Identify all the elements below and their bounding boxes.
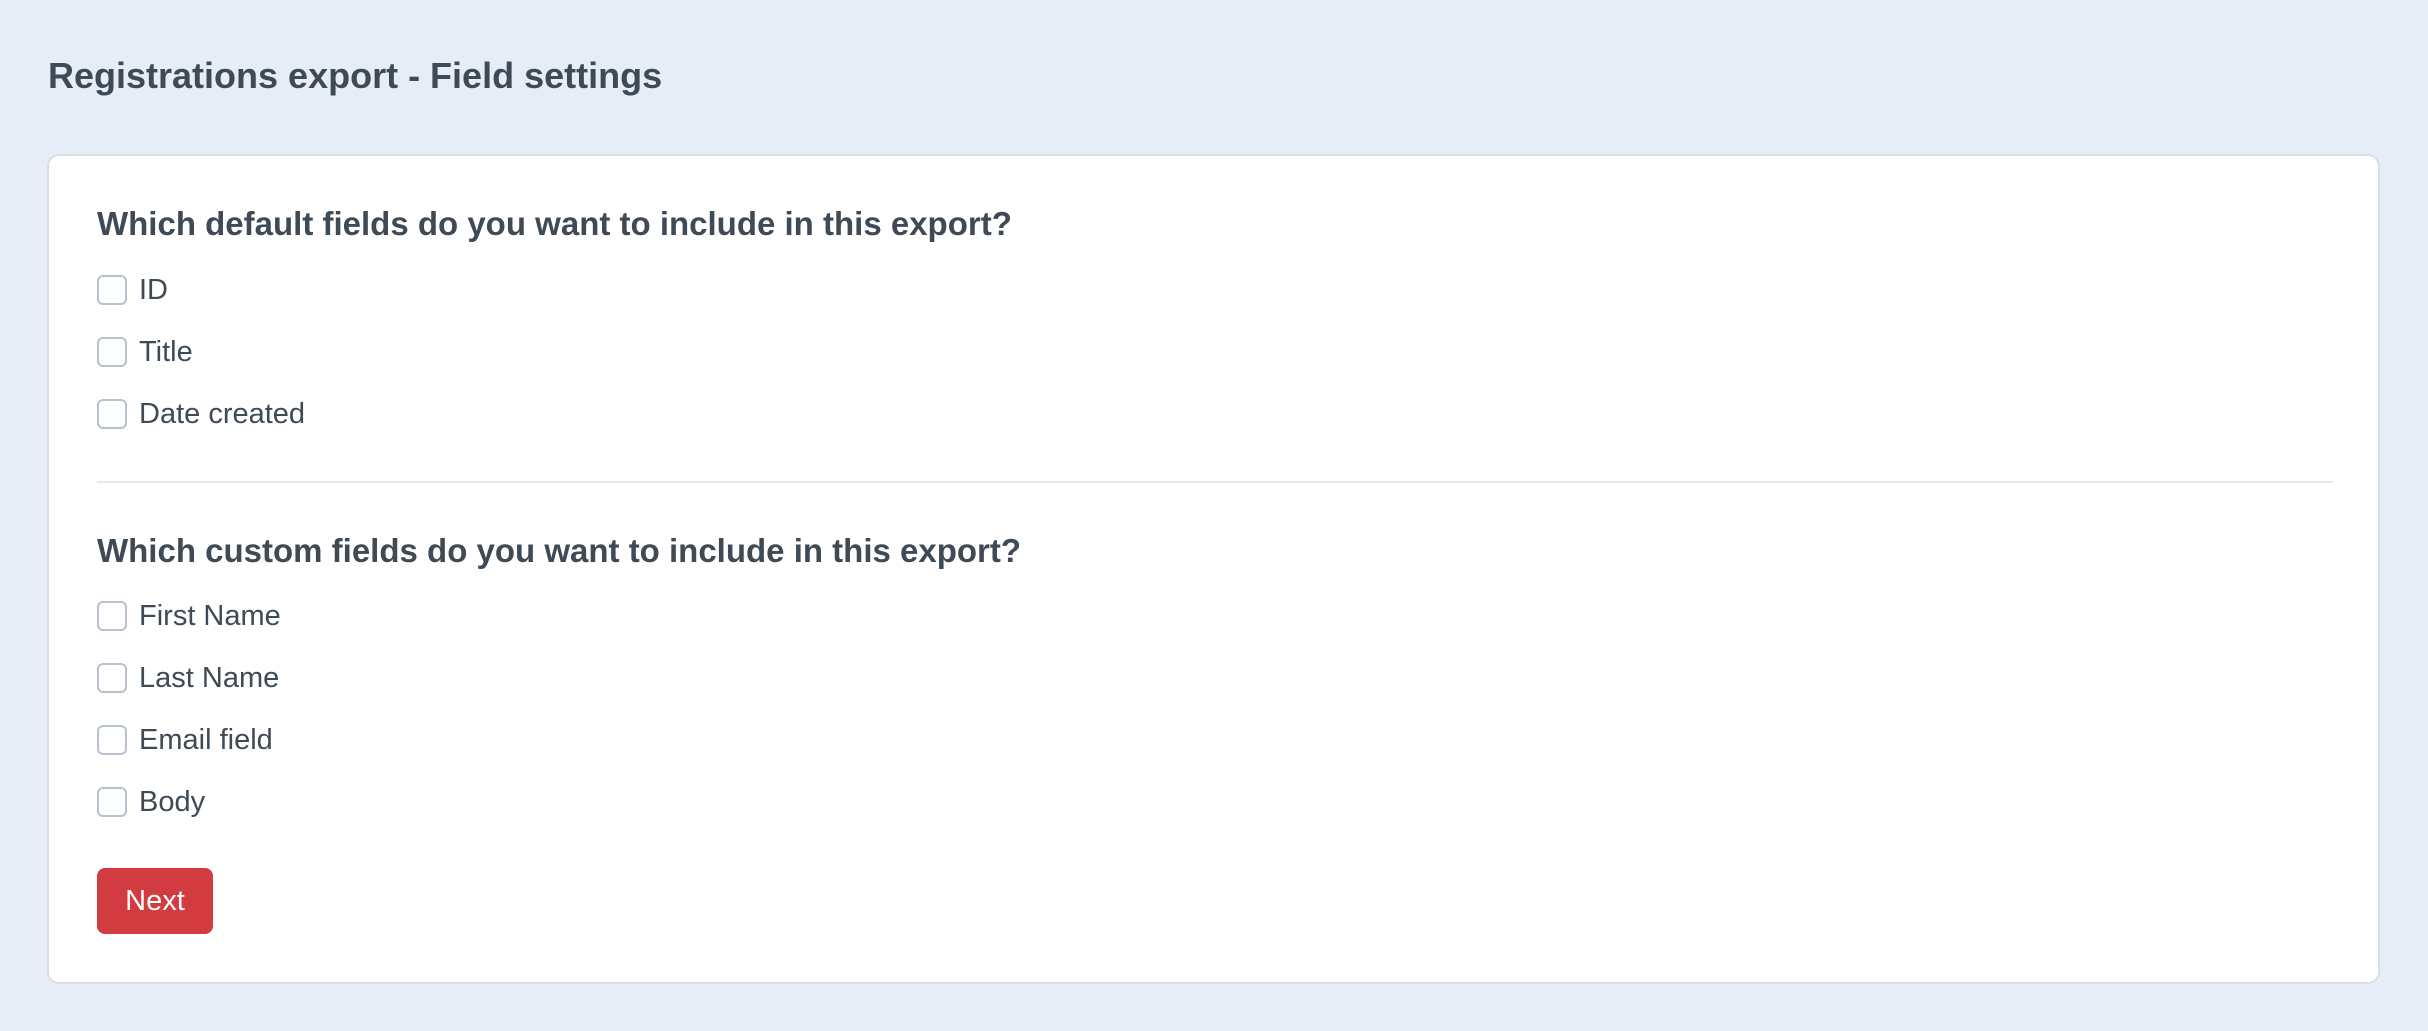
- default-field-option-date-created[interactable]: Date created: [97, 397, 305, 431]
- section-divider: [97, 481, 2333, 483]
- default-fields-heading: Which default fields do you want to incl…: [97, 205, 1012, 242]
- next-button[interactable]: Next: [97, 868, 213, 934]
- custom-field-label-body: Body: [139, 786, 206, 818]
- default-field-label-date-created: Date created: [139, 398, 306, 430]
- custom-field-checkbox-email-field[interactable]: [97, 725, 127, 755]
- custom-field-option-first-name[interactable]: First Name: [97, 599, 281, 633]
- default-field-checkbox-title[interactable]: [97, 337, 127, 367]
- custom-field-option-email-field[interactable]: Email field: [97, 723, 273, 757]
- default-field-option-id[interactable]: ID: [97, 273, 168, 307]
- custom-field-checkbox-last-name[interactable]: [97, 663, 127, 693]
- default-field-checkbox-id[interactable]: [97, 275, 127, 305]
- custom-field-checkbox-body[interactable]: [97, 787, 127, 817]
- custom-field-label-last-name: Last Name: [139, 662, 280, 694]
- default-field-label-title: Title: [139, 336, 193, 368]
- default-field-label-id: ID: [139, 274, 168, 306]
- custom-field-label-first-name: First Name: [139, 600, 281, 632]
- custom-field-checkbox-first-name[interactable]: [97, 601, 127, 631]
- default-field-checkbox-date-created[interactable]: [97, 399, 127, 429]
- default-field-option-title[interactable]: Title: [97, 335, 193, 369]
- field-settings-card: Which default fields do you want to incl…: [47, 154, 2380, 984]
- page-title: Registrations export - Field settings: [48, 55, 663, 96]
- custom-field-option-last-name[interactable]: Last Name: [97, 661, 279, 695]
- custom-fields-heading: Which custom fields do you want to inclu…: [97, 532, 1022, 569]
- custom-field-label-email-field: Email field: [139, 724, 273, 756]
- custom-field-option-body[interactable]: Body: [97, 785, 205, 819]
